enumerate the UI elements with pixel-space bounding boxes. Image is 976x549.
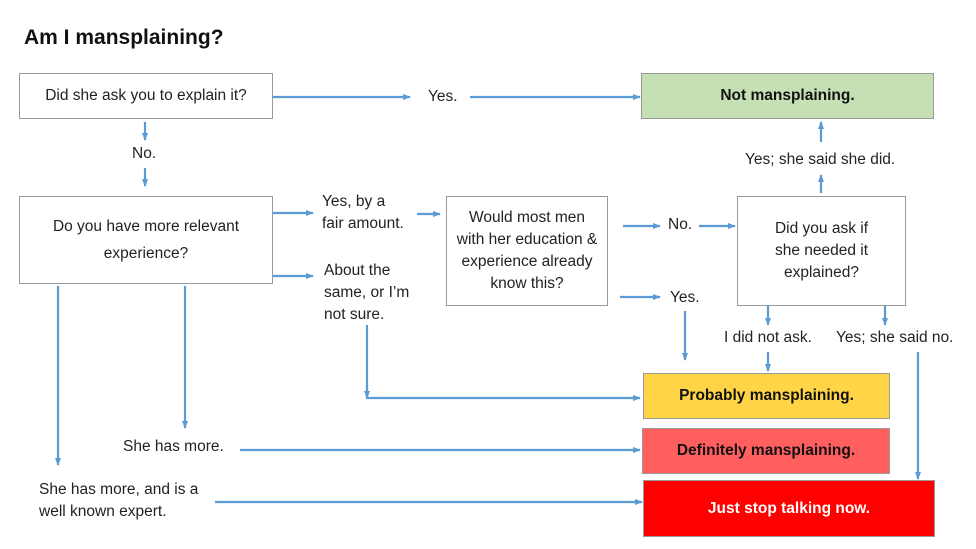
outcome-probably-mansplaining-text: Probably mansplaining. [679, 387, 854, 404]
arrow-about-to-probably [365, 325, 641, 401]
outcome-not-mansplaining-text: Not mansplaining. [720, 87, 855, 104]
label-expert-line2: well known expert. [39, 503, 167, 520]
outcome-stop-talking: Just stop talking now. [643, 480, 935, 537]
label-yes-fair-line1: Yes, by a [322, 193, 386, 210]
label-yes-she-did: Yes; she said she did. [745, 151, 896, 168]
outcome-probably-mansplaining: Probably mansplaining. [643, 373, 890, 419]
label-did-not-ask: I did not ask. [724, 329, 812, 346]
question-ask-explain: Did she ask you to explain it? [19, 73, 273, 119]
label-yes-mid: Yes. [670, 289, 700, 306]
label-about-line2: same, or I’m [324, 284, 410, 301]
label-yes-top: Yes. [428, 88, 458, 105]
question-ask-explain-text: Did she ask you to explain it? [45, 87, 247, 104]
outcome-definitely-mansplaining-text: Definitely mansplaining. [676, 442, 856, 459]
outcome-stop-talking-text: Just stop talking now. [707, 499, 871, 517]
question-more-experience: Do you have more relevant experience? [19, 196, 273, 284]
outcome-definitely-mansplaining: Definitely mansplaining. [642, 428, 890, 474]
label-expert-line1: She has more, and is a [39, 481, 199, 498]
label-no-left: No. [132, 145, 157, 162]
label-yes-fair-line2: fair amount. [322, 215, 404, 232]
outcome-not-mansplaining: Not mansplaining. [641, 73, 934, 119]
question-most-men: Would most men with her education & expe… [446, 196, 608, 306]
question-did-you-ask: Did you ask if she needed it explained? [737, 196, 906, 306]
label-no-mid: No. [668, 216, 693, 233]
question-did-you-ask-text: Did you ask if she needed it explained? [774, 220, 869, 281]
question-most-men-text: Would most men with her education & expe… [456, 209, 598, 292]
label-she-has-more: She has more. [123, 438, 224, 455]
label-about-line1: About the [324, 262, 391, 279]
question-more-experience-text: Do you have more relevant experience? [52, 218, 240, 262]
label-yes-she-said-no: Yes; she said no. [836, 329, 954, 346]
label-about-line3: not sure. [324, 306, 385, 323]
